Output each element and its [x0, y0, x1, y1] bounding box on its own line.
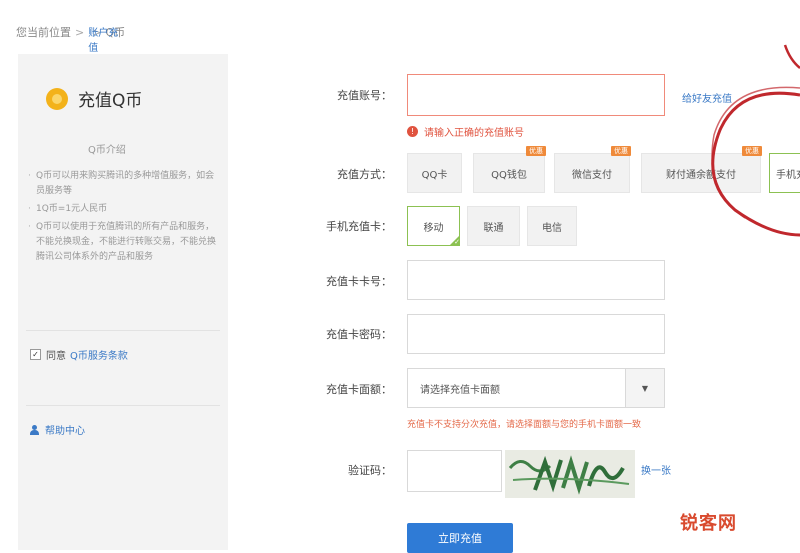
- method-option-label: 手机充值卡: [776, 169, 800, 181]
- description-item: Q币可以用来购买腾讯的多种增值服务，如会员服务等: [28, 169, 218, 199]
- method-option-label: 微信支付: [572, 169, 612, 181]
- promo-badge: 优惠: [611, 146, 631, 156]
- account-error-text: 请输入正确的充值账号: [424, 128, 524, 139]
- promo-badge: 优惠: [526, 146, 546, 156]
- card-number-label: 充值卡卡号：: [326, 275, 392, 288]
- terms-link[interactable]: Q币服务条款: [70, 347, 128, 362]
- breadcrumb-link-recharge[interactable]: 账户充值: [88, 24, 125, 54]
- method-option-mobile-card[interactable]: 手机充值卡: [769, 153, 800, 193]
- carrier-option-label: 电信: [542, 222, 562, 234]
- help-label: 帮助中心: [45, 426, 85, 437]
- carrier-option-mobile[interactable]: 移动: [407, 206, 460, 246]
- agree-checkbox[interactable]: ✓: [30, 349, 41, 360]
- card-value-label: 充值卡面额：: [326, 383, 392, 396]
- carrier-option-telecom[interactable]: 电信: [527, 206, 577, 246]
- account-error: ! 请输入正确的充值账号: [407, 124, 524, 139]
- card-value-select[interactable]: 请选择充值卡面额 ▼: [407, 368, 665, 408]
- chevron-down-icon[interactable]: ▼: [625, 369, 664, 407]
- carrier-option-unicom[interactable]: 联通: [467, 206, 520, 246]
- check-icon: [449, 235, 460, 246]
- sidebar-subtitle: Q币介绍: [88, 145, 126, 156]
- carrier-option-label: 移动: [423, 222, 444, 234]
- captcha-image[interactable]: [505, 450, 635, 498]
- sidebar-divider: [26, 330, 220, 331]
- method-option-label: QQ钱包: [491, 169, 527, 181]
- method-option-tenpay[interactable]: 财付通余额支付 优惠: [641, 146, 762, 193]
- sidebar-divider: [26, 405, 220, 406]
- card-password-input[interactable]: [407, 314, 665, 354]
- sidebar-header: 充值Q币: [46, 86, 142, 111]
- captcha-refresh-link[interactable]: 换一张: [641, 462, 671, 477]
- description-item: Q币可以使用于充值腾讯的所有产品和服务，不能兑换现金，不能进行转账交易，不能兑换…: [28, 220, 218, 265]
- carrier-option-label: 联通: [483, 222, 504, 234]
- account-input[interactable]: [407, 74, 665, 116]
- friend-recharge-link[interactable]: 给好友充值: [682, 90, 732, 105]
- promo-badge: 优惠: [742, 146, 762, 156]
- card-value-hint: 充值卡不支持分次充值，请选择面额与您的手机卡面额一致: [407, 420, 642, 430]
- breadcrumb-separator: >: [75, 26, 85, 39]
- agree-row: ✓ 同意 Q币服务条款: [30, 347, 128, 362]
- breadcrumb-location: 您当前位置: [16, 26, 71, 39]
- method-option-qqwallet[interactable]: QQ钱包 优惠: [473, 146, 546, 193]
- method-label: 充值方式：: [337, 168, 392, 181]
- agree-label: 同意: [46, 351, 66, 362]
- card-password-label: 充值卡密码：: [326, 328, 392, 341]
- coin-icon: [46, 87, 68, 110]
- sidebar: [18, 54, 228, 550]
- method-option-label: QQ卡: [421, 169, 448, 181]
- account-label: 充值账号：: [337, 89, 392, 102]
- method-option-wechat[interactable]: 微信支付 优惠: [554, 146, 631, 193]
- help-link[interactable]: 帮助中心: [30, 422, 85, 437]
- method-option-qqcard[interactable]: QQ卡: [407, 153, 462, 193]
- submit-button[interactable]: 立即充值: [407, 523, 513, 553]
- card-number-input[interactable]: [407, 260, 665, 300]
- annotation-circle: [711, 44, 800, 237]
- captcha-label: 验证码：: [348, 464, 392, 477]
- captcha-input[interactable]: [407, 450, 502, 492]
- description-list: Q币可以用来购买腾讯的多种增值服务，如会员服务等 1Q币=1元人民币 Q币可以使…: [28, 169, 218, 268]
- watermark: 锐客网: [680, 513, 737, 534]
- carrier-label: 手机充值卡：: [326, 220, 392, 233]
- sidebar-title: 充值Q币: [78, 91, 143, 111]
- card-value-placeholder: 请选择充值卡面额: [420, 385, 500, 396]
- description-item: 1Q币=1元人民币: [28, 202, 218, 217]
- user-icon: [30, 424, 39, 435]
- error-icon: !: [407, 126, 418, 137]
- method-option-label: 财付通余额支付: [666, 169, 736, 181]
- breadcrumb: 您当前位置 > 账户充值 > Q币: [16, 24, 125, 54]
